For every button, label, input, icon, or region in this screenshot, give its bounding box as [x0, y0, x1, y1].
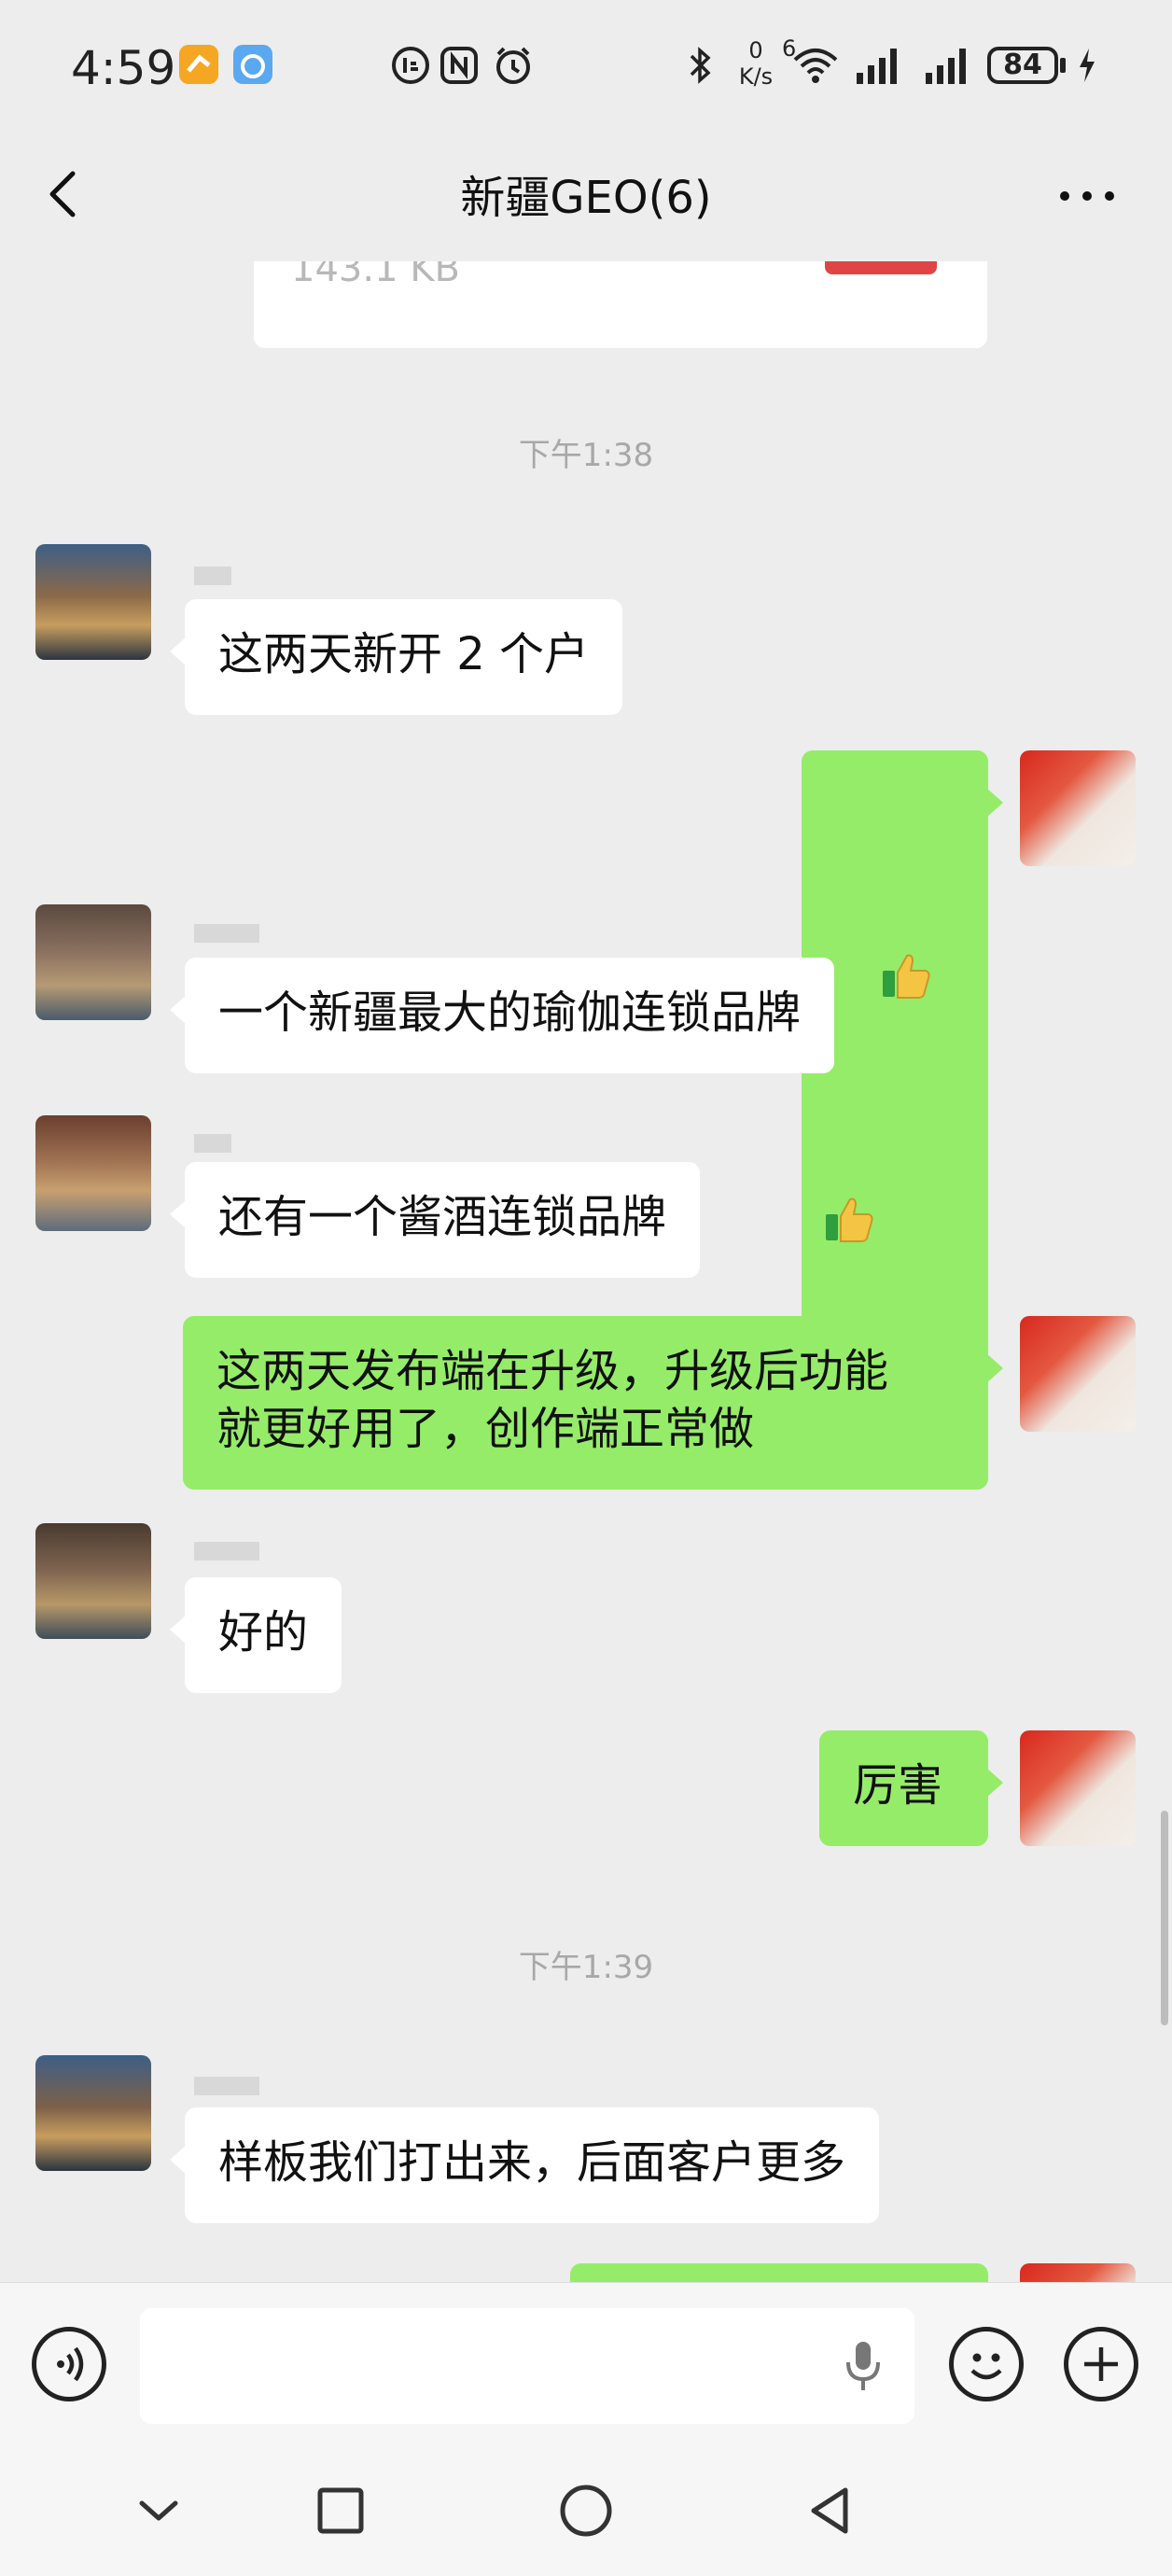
message-bubble[interactable] — [570, 2263, 988, 2282]
voice-input-icon — [57, 2346, 84, 2382]
avatar-self[interactable] — [1020, 1730, 1136, 1846]
home-circle-icon — [560, 2485, 612, 2537]
chat-title: 新疆GEO(6) — [460, 172, 712, 224]
alarm-icon — [491, 43, 536, 88]
sender-name — [194, 567, 231, 585]
back-triangle-icon — [811, 2487, 848, 2534]
message-bubble[interactable]: 一个新疆最大的瑜伽连锁品牌 — [169, 958, 835, 1073]
avatar[interactable] — [35, 2055, 151, 2171]
message-bubble[interactable]: 厉害 — [819, 1730, 1003, 1846]
chat-scrollbar[interactable] — [1161, 1811, 1168, 2025]
app-badge-blue-icon — [233, 45, 272, 84]
message-bubble[interactable]: 还有一个酱酒连锁品牌 — [169, 1162, 701, 1278]
chat-area[interactable]: 143.1 KB 下午1:38 这两天新开 2 个户 一个新疆最大的瑜伽连锁品牌… — [0, 261, 1172, 2282]
message-bubble[interactable]: 样板我们打出来，后面客户更多 — [169, 2107, 880, 2223]
signal-icon — [853, 43, 907, 88]
more-options-button[interactable] — [1054, 177, 1120, 215]
signal-icon — [922, 43, 976, 88]
timestamp: 下午1:38 — [518, 437, 654, 474]
collapse-down-button[interactable] — [131, 2483, 187, 2539]
avatar[interactable] — [35, 544, 151, 660]
sender-name — [194, 1542, 259, 1561]
file-size: 143.1 KB — [291, 261, 460, 290]
recents-square-icon — [317, 2487, 364, 2534]
file-type-icon — [825, 261, 937, 274]
plus-icon — [1084, 2347, 1118, 2381]
recents-button[interactable] — [313, 2483, 369, 2539]
thumbs-up-icon — [824, 1078, 874, 1242]
bluetooth-icon — [681, 43, 719, 88]
thumbs-up-icon — [881, 834, 931, 999]
battery-tip — [1060, 58, 1066, 73]
app-badge-orange-icon — [179, 45, 218, 84]
wifi-icon — [791, 43, 840, 88]
microphone-icon — [846, 2342, 880, 2390]
net-speed-unit: K/s — [738, 63, 774, 90]
sender-name — [194, 924, 259, 943]
avatar-self[interactable] — [1020, 2263, 1136, 2282]
emoji-button[interactable] — [949, 2327, 1024, 2401]
net-speed: 0 K/s — [733, 37, 778, 90]
avatar[interactable] — [35, 1115, 151, 1231]
emoji-icon — [970, 2353, 1002, 2380]
avatar[interactable] — [35, 904, 151, 1020]
collapse-down-icon — [139, 2500, 178, 2521]
system-back-button[interactable] — [802, 2483, 858, 2539]
more-dots-icon — [1060, 191, 1114, 201]
charging-icon — [1073, 43, 1101, 88]
message-bubble[interactable]: 这两天发布端在升级，升级后功能 就更好用了，创作端正常做 — [183, 1316, 1003, 1490]
avatar-self[interactable] — [1020, 1316, 1136, 1432]
sender-name — [194, 2077, 259, 2095]
message-bubble[interactable]: 这两天新开 2 个户 — [169, 599, 623, 715]
message-bubble[interactable] — [802, 750, 1003, 1394]
reminder-icon — [388, 43, 433, 88]
file-message-card[interactable]: 143.1 KB — [254, 261, 987, 348]
net-speed-value: 0 — [748, 37, 763, 63]
sender-name — [194, 1134, 231, 1153]
battery-indicator: 84 — [987, 47, 1058, 84]
message-input[interactable] — [140, 2308, 914, 2424]
voice-input-button[interactable] — [32, 2327, 106, 2401]
microphone-button[interactable] — [840, 2338, 886, 2394]
avatar[interactable] — [35, 1523, 151, 1639]
home-button[interactable] — [556, 2481, 616, 2541]
plus-button[interactable] — [1064, 2327, 1138, 2401]
avatar-self[interactable] — [1020, 750, 1136, 866]
timestamp: 下午1:39 — [518, 1949, 654, 1986]
nfc-icon — [437, 43, 481, 88]
status-time: 4:59 — [71, 41, 176, 95]
message-bubble[interactable]: 好的 — [169, 1577, 342, 1693]
